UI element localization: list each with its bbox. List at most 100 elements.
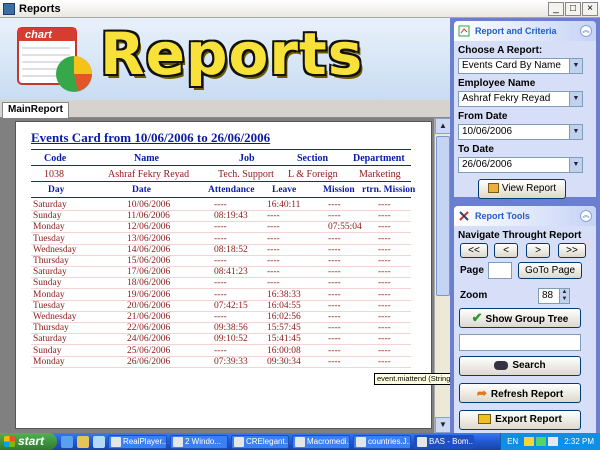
row-date: 10/06/2006 [127, 200, 171, 210]
search-button[interactable]: Search [459, 356, 581, 376]
row-day: Saturday [33, 267, 67, 278]
row-day: Saturday [33, 334, 67, 345]
export-report-button[interactable]: Export Report [459, 410, 581, 430]
start-button[interactable]: start [0, 433, 57, 450]
row-attendance: 07:42:15 [214, 300, 248, 311]
employee-code: 1038 [44, 169, 64, 180]
from-date-picker[interactable]: 10/06/2006 ▼ [458, 124, 583, 140]
zoom-stepper[interactable]: 88 ▲ ▼ [538, 288, 570, 304]
search-label: Search [512, 360, 546, 371]
table-row: Sunday 11/06/2006 08:19:43 ---- ---- ---- [31, 211, 411, 223]
row-date: 21/06/2006 [127, 312, 171, 322]
taskbar-item-macromedia[interactable]: Macromedi... [292, 434, 350, 449]
row-date: 22/06/2006 [127, 323, 171, 334]
row-mission: ---- [328, 211, 341, 222]
taskbar-item-bas[interactable]: BAS - Bom... [414, 434, 474, 449]
taskbar-item-crelegant[interactable]: CRElegant... [231, 434, 289, 449]
row-mission: ---- [328, 334, 341, 345]
show-group-tree-button[interactable]: ✔ Show Group Tree [459, 308, 581, 328]
header-job: Job [239, 153, 255, 164]
zoom-label: Zoom [460, 290, 488, 301]
row-divider [31, 366, 411, 368]
report-page: Events Card from 10/06/2006 to 26/06/200… [15, 121, 432, 429]
row-leave: 15:57:45 [267, 323, 301, 334]
page-input[interactable] [488, 262, 512, 279]
dropdown-arrow-icon[interactable]: ▼ [569, 125, 582, 139]
row-leave: ---- [267, 244, 280, 255]
columns-rule [31, 197, 411, 198]
language-indicator[interactable]: EN [507, 437, 518, 446]
row-date: 24/06/2006 [127, 334, 171, 345]
search-input[interactable] [459, 334, 581, 351]
row-attendance: ---- [214, 222, 227, 233]
row-return-mission: ---- [378, 356, 391, 367]
refresh-label: Refresh Report [490, 389, 564, 400]
last-page-button[interactable]: >> [558, 243, 586, 258]
row-day: Thursday [33, 323, 69, 334]
tab-mainreport[interactable]: MainReport [2, 102, 69, 118]
table-row: Saturday 24/06/2006 09:10:52 15:41:45 ---- --… [31, 334, 411, 346]
employee-select[interactable]: Ashraf Fekry Reyad ▼ [458, 91, 583, 107]
goto-page-button[interactable]: GoTo Page [518, 262, 582, 279]
tools-header[interactable]: Report Tools ︽ [454, 206, 596, 226]
dropdown-arrow-icon[interactable]: ▼ [569, 158, 582, 172]
dropdown-arrow-icon[interactable]: ▼ [569, 59, 582, 73]
tools-title: Report Tools [475, 211, 530, 221]
view-report-icon [487, 183, 499, 194]
column-return-mission: rtrn. Mission [362, 185, 416, 195]
row-day: Wednesday [33, 244, 77, 255]
collapse-chevron-icon[interactable]: ︽ [580, 210, 592, 222]
row-day: Wednesday [33, 312, 77, 322]
taskbar-item-windows[interactable]: 2 Windo... [170, 434, 228, 449]
next-page-button[interactable]: > [526, 243, 550, 258]
folder-icon[interactable] [77, 435, 89, 448]
ie-icon[interactable] [61, 435, 73, 448]
table-row: Wednesday 21/06/2006 ---- 16:02:56 ---- ---- [31, 312, 411, 323]
refresh-report-button[interactable]: ➦ Refresh Report [459, 383, 581, 403]
row-date: 25/06/2006 [127, 345, 171, 356]
row-date: 12/06/2006 [127, 222, 171, 233]
row-day: Saturday [33, 200, 67, 210]
scroll-down-icon[interactable]: ▼ [435, 417, 451, 433]
minimize-button[interactable]: _ [548, 1, 564, 16]
windows-logo-icon [4, 436, 15, 447]
to-date-label: To Date [458, 144, 494, 155]
first-page-button[interactable]: << [460, 243, 488, 258]
maximize-button[interactable]: □ [565, 1, 581, 16]
binoculars-icon [494, 360, 509, 370]
row-attendance: ---- [214, 345, 227, 356]
row-mission: ---- [328, 244, 341, 255]
row-attendance: ---- [214, 289, 227, 300]
refresh-icon: ➦ [476, 386, 487, 400]
window-controls: _ □ × [548, 1, 598, 16]
row-day: Sunday [33, 211, 62, 222]
show-desktop-icon[interactable] [93, 435, 105, 448]
vertical-scrollbar[interactable]: ▲ ▼ [434, 118, 451, 433]
row-attendance: 07:39:33 [214, 356, 248, 367]
scroll-thumb[interactable] [436, 136, 450, 296]
taskbar-item-countries[interactable]: countries.J... [353, 434, 411, 449]
row-mission: ---- [328, 267, 341, 278]
banner-title: Reports [100, 20, 364, 88]
row-day: Monday [33, 222, 65, 233]
row-mission: ---- [328, 323, 341, 334]
system-tray: EN 2:32 PM [500, 433, 600, 450]
previous-page-button[interactable]: < [494, 243, 518, 258]
collapse-chevron-icon[interactable]: ︽ [580, 25, 592, 37]
stepper-arrows-icon[interactable]: ▲ ▼ [559, 289, 569, 303]
dropdown-arrow-icon[interactable]: ▼ [569, 92, 582, 106]
table-row: Tuesday 20/06/2006 07:42:15 16:04:55 ---- ---… [31, 301, 411, 312]
employee-department: Marketing [359, 169, 401, 180]
logo-label: chart [25, 29, 52, 41]
row-date: 13/06/2006 [127, 233, 171, 244]
view-report-button[interactable]: View Report [478, 179, 566, 199]
taskbar: start RealPlayer... 2 Windo... CRElegant… [0, 433, 600, 450]
scroll-up-icon[interactable]: ▲ [435, 118, 451, 134]
to-date-picker[interactable]: 26/06/2006 ▼ [458, 157, 583, 173]
export-icon [478, 414, 492, 425]
report-select[interactable]: Events Card By Name ▼ [458, 58, 583, 74]
criteria-header[interactable]: Report and Criteria ︽ [454, 21, 596, 41]
row-return-mission: ---- [378, 345, 391, 356]
taskbar-item-realplayer[interactable]: RealPlayer... [108, 434, 167, 449]
close-button[interactable]: × [582, 1, 598, 16]
